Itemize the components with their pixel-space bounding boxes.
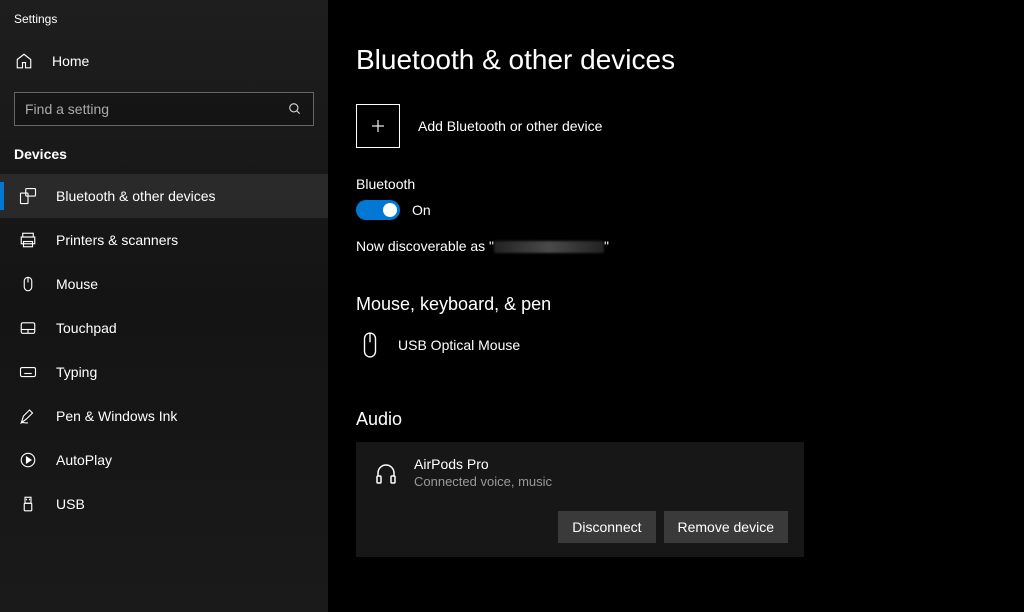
discoverable-text: Now discoverable as " " xyxy=(356,238,1024,254)
bluetooth-devices-icon xyxy=(18,187,38,205)
mouse-device-icon xyxy=(356,331,384,359)
add-device-label: Add Bluetooth or other device xyxy=(418,118,602,134)
main-content: Bluetooth & other devices Add Bluetooth … xyxy=(328,0,1024,612)
nav-label: Mouse xyxy=(56,276,98,292)
category-header: Devices xyxy=(0,146,328,174)
nav-label: Bluetooth & other devices xyxy=(56,188,216,204)
nav-mouse[interactable]: Mouse xyxy=(0,262,328,306)
page-title: Bluetooth & other devices xyxy=(356,44,1024,76)
search-box[interactable] xyxy=(14,92,314,126)
audio-device-card[interactable]: AirPods Pro Connected voice, music Disco… xyxy=(356,442,804,557)
nav-list: Bluetooth & other devices Printers & sca… xyxy=(0,174,328,526)
autoplay-icon xyxy=(18,451,38,469)
disconnect-button[interactable]: Disconnect xyxy=(558,511,655,543)
toggle-status: On xyxy=(412,202,431,218)
home-label: Home xyxy=(52,53,89,69)
nav-usb[interactable]: USB xyxy=(0,482,328,526)
headphones-icon xyxy=(372,462,400,486)
bluetooth-label: Bluetooth xyxy=(356,176,1024,192)
device-name: USB Optical Mouse xyxy=(398,337,520,353)
mouse-section-header: Mouse, keyboard, & pen xyxy=(356,294,1024,315)
printer-icon xyxy=(18,231,38,249)
audio-section-header: Audio xyxy=(356,409,1024,430)
audio-device-name: AirPods Pro xyxy=(414,456,552,472)
nav-typing[interactable]: Typing xyxy=(0,350,328,394)
bluetooth-toggle[interactable] xyxy=(356,200,400,220)
nav-bluetooth[interactable]: Bluetooth & other devices xyxy=(0,174,328,218)
remove-device-button[interactable]: Remove device xyxy=(664,511,789,543)
touchpad-icon xyxy=(18,319,38,337)
add-device-button[interactable]: Add Bluetooth or other device xyxy=(356,104,1024,148)
nav-printers[interactable]: Printers & scanners xyxy=(0,218,328,262)
search-input[interactable] xyxy=(25,101,287,117)
discoverable-prefix: Now discoverable as " xyxy=(356,238,494,254)
nav-label: Printers & scanners xyxy=(56,232,178,248)
plus-icon xyxy=(356,104,400,148)
nav-label: USB xyxy=(56,496,85,512)
nav-autoplay[interactable]: AutoPlay xyxy=(0,438,328,482)
nav-label: Typing xyxy=(56,364,97,380)
keyboard-icon xyxy=(18,363,38,381)
nav-label: Pen & Windows Ink xyxy=(56,408,177,424)
device-row-mouse[interactable]: USB Optical Mouse xyxy=(356,327,1024,363)
app-title: Settings xyxy=(0,12,328,42)
search-icon xyxy=(287,102,303,116)
pen-icon xyxy=(18,407,38,425)
redacted-name xyxy=(494,241,604,253)
audio-device-status: Connected voice, music xyxy=(414,474,552,489)
home-link[interactable]: Home xyxy=(0,42,328,80)
home-icon xyxy=(14,52,34,70)
usb-icon xyxy=(18,495,38,513)
nav-touchpad[interactable]: Touchpad xyxy=(0,306,328,350)
mouse-icon xyxy=(18,275,38,293)
discoverable-suffix: " xyxy=(604,238,609,254)
nav-label: AutoPlay xyxy=(56,452,112,468)
nav-label: Touchpad xyxy=(56,320,117,336)
nav-pen[interactable]: Pen & Windows Ink xyxy=(0,394,328,438)
sidebar: Settings Home Devices Bluetooth & other … xyxy=(0,0,328,612)
